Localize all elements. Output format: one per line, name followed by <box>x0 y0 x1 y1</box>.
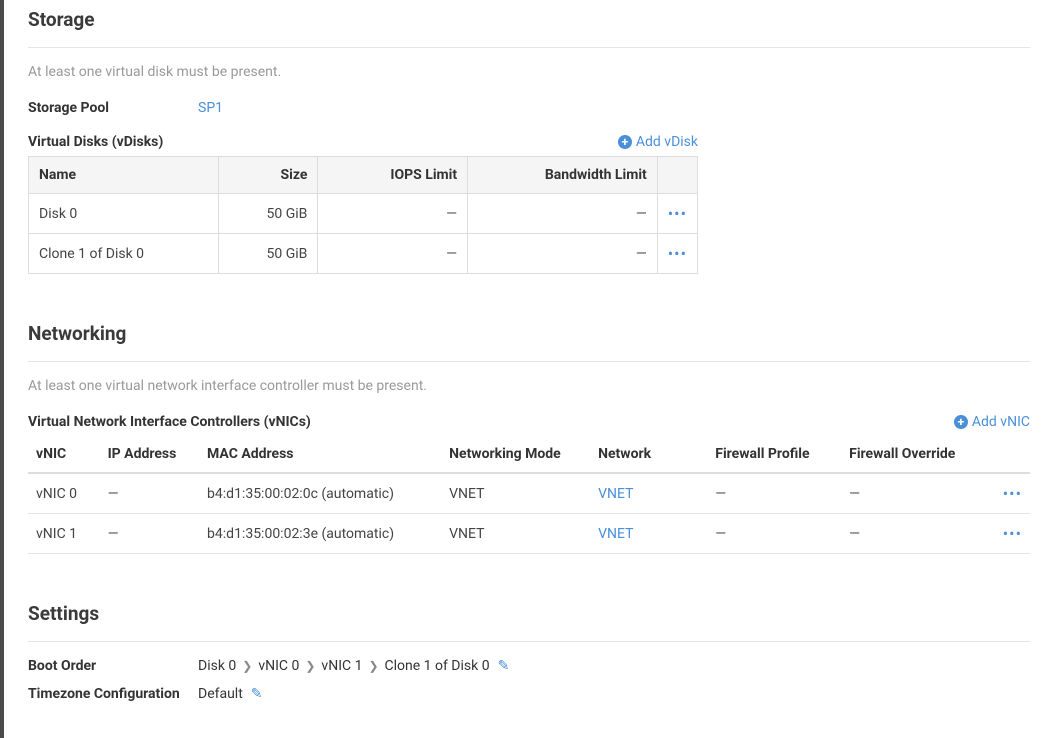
col-bandwidth: Bandwidth Limit <box>468 157 658 194</box>
vdisk-bandwidth: — <box>468 234 658 274</box>
add-vnic-label: Add vNIC <box>972 414 1030 430</box>
timezone-label: Timezone Configuration <box>28 686 198 702</box>
col-network: Network <box>590 436 707 473</box>
vdisk-bandwidth: — <box>468 194 658 234</box>
col-ip: IP Address <box>100 436 199 473</box>
add-vdisk-button[interactable]: + Add vDisk <box>618 134 698 150</box>
ellipsis-icon: ••• <box>1003 484 1022 503</box>
timezone-value: Default <box>198 686 243 702</box>
edit-boot-order-button[interactable]: ✎ <box>498 658 510 674</box>
networking-hint: At least one virtual network interface c… <box>28 378 1030 394</box>
col-actions <box>995 436 1030 473</box>
vnic-network-link[interactable]: VNET <box>598 486 633 502</box>
ellipsis-icon: ••• <box>668 204 687 223</box>
col-firewall: Firewall Profile <box>707 436 841 473</box>
section-settings-title: Settings <box>28 602 1030 642</box>
boot-order-item: vNIC 0 <box>258 658 299 674</box>
vnic-mac: b4:d1:35:00:02:0c (automatic) <box>199 473 441 514</box>
boot-order-value: Disk 0 ❯ vNIC 0 ❯ vNIC 1 ❯ Clone 1 of Di… <box>198 658 509 674</box>
vdisk-size: 50 GiB <box>218 194 318 234</box>
boot-order-item: Disk 0 <box>198 658 236 674</box>
vnics-subheader: Virtual Network Interface Controllers (v… <box>28 414 311 430</box>
vdisk-name: Disk 0 <box>29 194 219 234</box>
vnic-mode: VNET <box>441 514 590 554</box>
boot-order-item: Clone 1 of Disk 0 <box>385 658 490 674</box>
col-mode: Networking Mode <box>441 436 590 473</box>
vnic-name: vNIC 0 <box>28 473 100 514</box>
ellipsis-icon: ••• <box>1003 524 1022 543</box>
vnic-ip: — <box>100 473 199 514</box>
boot-order-item: vNIC 1 <box>321 658 362 674</box>
timezone-value-row: Default ✎ <box>198 686 263 702</box>
storage-hint: At least one virtual disk must be presen… <box>28 64 1030 80</box>
section-networking-title: Networking <box>28 322 1030 362</box>
vnic-override: — <box>841 473 995 514</box>
table-row: Clone 1 of Disk 0 50 GiB — — ••• <box>29 234 698 274</box>
vnic-override: — <box>841 514 995 554</box>
section-storage-title: Storage <box>28 8 1030 48</box>
vnic-table: vNIC IP Address MAC Address Networking M… <box>28 436 1030 554</box>
vnic-firewall: — <box>707 473 841 514</box>
col-override: Firewall Override <box>841 436 995 473</box>
vnic-firewall: — <box>707 514 841 554</box>
table-row: vNIC 0 — b4:d1:35:00:02:0c (automatic) V… <box>28 473 1030 514</box>
pencil-icon: ✎ <box>251 686 263 702</box>
vnic-mac: b4:d1:35:00:02:3e (automatic) <box>199 514 441 554</box>
vdisk-actions-menu[interactable]: ••• <box>657 234 697 274</box>
plus-icon: + <box>618 135 632 149</box>
vnic-network-link[interactable]: VNET <box>598 526 633 542</box>
plus-icon: + <box>954 415 968 429</box>
col-actions <box>657 157 697 194</box>
chevron-right-icon: ❯ <box>242 659 252 673</box>
vnic-actions-menu[interactable]: ••• <box>995 473 1030 514</box>
vnic-ip: — <box>100 514 199 554</box>
col-mac: MAC Address <box>199 436 441 473</box>
vnic-mode: VNET <box>441 473 590 514</box>
vdisk-name: Clone 1 of Disk 0 <box>29 234 219 274</box>
vdisk-size: 50 GiB <box>218 234 318 274</box>
table-row: vNIC 1 — b4:d1:35:00:02:3e (automatic) V… <box>28 514 1030 554</box>
add-vdisk-label: Add vDisk <box>636 134 698 150</box>
storage-pool-label: Storage Pool <box>28 100 198 116</box>
table-row: Disk 0 50 GiB — — ••• <box>29 194 698 234</box>
vdisks-subheader: Virtual Disks (vDisks) <box>28 134 163 150</box>
vdisk-iops: — <box>318 234 468 274</box>
vnic-actions-menu[interactable]: ••• <box>995 514 1030 554</box>
edit-timezone-button[interactable]: ✎ <box>251 686 263 702</box>
add-vnic-button[interactable]: + Add vNIC <box>954 414 1030 430</box>
storage-pool-link[interactable]: SP1 <box>198 100 223 116</box>
chevron-right-icon: ❯ <box>368 659 378 673</box>
pencil-icon: ✎ <box>498 658 510 674</box>
vdisk-table: Name Size IOPS Limit Bandwidth Limit Dis… <box>28 156 698 274</box>
vdisk-actions-menu[interactable]: ••• <box>657 194 697 234</box>
ellipsis-icon: ••• <box>668 244 687 263</box>
chevron-right-icon: ❯ <box>305 659 315 673</box>
vnic-name: vNIC 1 <box>28 514 100 554</box>
col-iops: IOPS Limit <box>318 157 468 194</box>
boot-order-label: Boot Order <box>28 658 198 674</box>
col-size: Size <box>218 157 318 194</box>
vdisk-iops: — <box>318 194 468 234</box>
col-vnic: vNIC <box>28 436 100 473</box>
col-name: Name <box>29 157 219 194</box>
